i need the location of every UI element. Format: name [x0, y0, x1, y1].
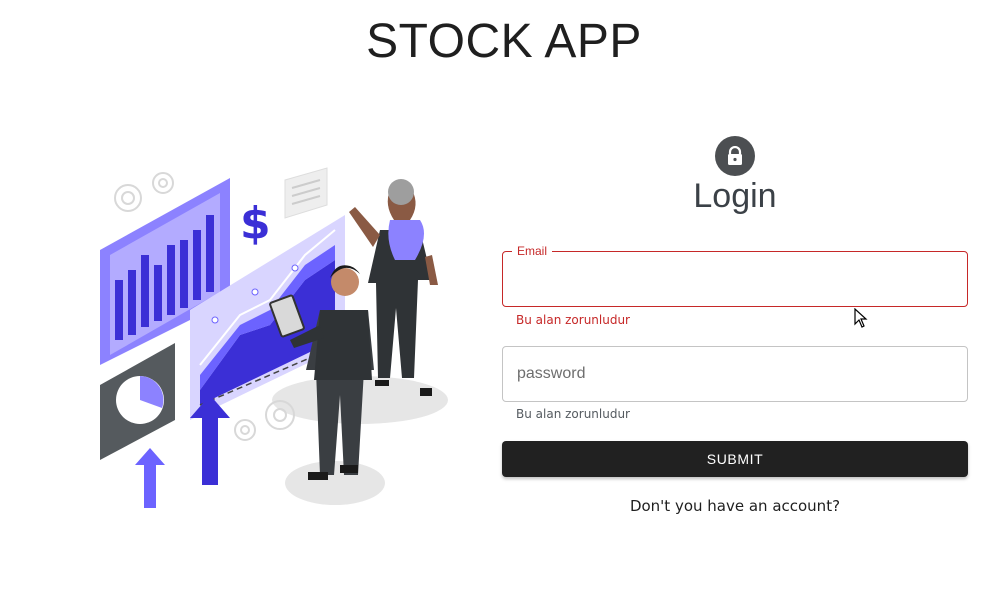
email-input[interactable] — [503, 252, 967, 306]
svg-text:$: $ — [240, 198, 271, 249]
email-field[interactable]: Email — [502, 244, 968, 307]
submit-button[interactable]: SUBMIT — [502, 441, 968, 477]
register-link[interactable]: Don't you have an account? — [502, 497, 968, 515]
login-page: STOCK APP $ Login Email Bu alan zorunlud… — [0, 0, 1008, 610]
app-title: STOCK APP — [366, 15, 642, 68]
lock-icon — [715, 136, 755, 176]
mouse-cursor-icon — [854, 308, 868, 328]
password-input[interactable] — [503, 347, 967, 401]
stock-analytics-illustration: $ — [100, 167, 448, 508]
login-heading: Login — [693, 177, 777, 215]
email-error-text: Bu alan zorunludur — [516, 313, 630, 327]
password-field[interactable] — [502, 346, 968, 402]
password-helper-text: Bu alan zorunludur — [516, 407, 630, 421]
